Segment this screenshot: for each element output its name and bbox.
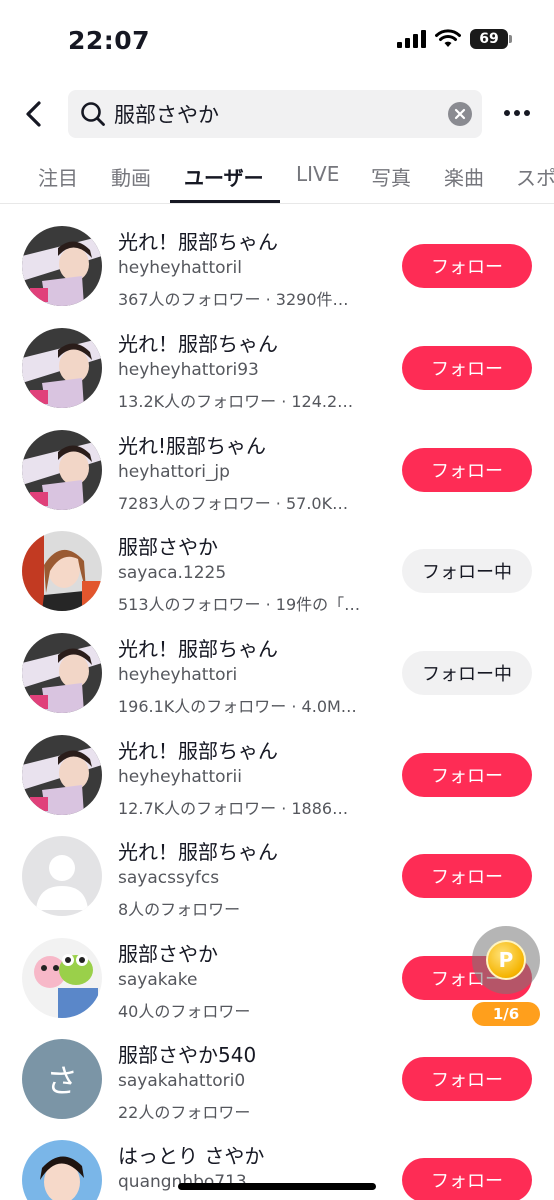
user-name: 光れ!服部ちゃん [118, 434, 267, 458]
list-item[interactable]: 光れ！服部ちゃん heyheyhattori93 13.2K人のフォロワー · … [0, 328, 554, 430]
user-id: heyheyhattori [118, 665, 238, 685]
avatar[interactable] [22, 735, 102, 815]
tab-live[interactable]: LIVE [296, 162, 339, 186]
follow-button[interactable]: フォロー [402, 448, 532, 492]
home-indicator [178, 1183, 376, 1190]
user-stats: 7283人のフォロワー · 57.0K… [118, 494, 349, 513]
list-item[interactable]: 光れ!服部ちゃん heyhattori_jp 7283人のフォロワー · 57.… [0, 430, 554, 532]
user-name: はっとり さやか [118, 1144, 265, 1168]
list-item[interactable]: さ 服部さやか540 sayakahattori0 22人のフォロワー フォロー [0, 1039, 554, 1141]
tab-sounds[interactable]: 楽曲 [444, 162, 484, 191]
back-button[interactable] [14, 92, 54, 136]
search-icon [80, 101, 106, 127]
user-stats: 40人のフォロワー [118, 1002, 251, 1021]
user-id: sayakake [118, 970, 198, 990]
back-arrow-icon [26, 101, 41, 127]
list-item[interactable]: はっとり さやか quangnhbo713 フォロー [0, 1140, 554, 1200]
clear-search-button[interactable] [448, 102, 472, 126]
search-box[interactable] [68, 90, 482, 138]
follow-button[interactable]: フォロー [402, 753, 532, 797]
follow-button[interactable]: フォロー [402, 854, 532, 898]
default-avatar-icon [22, 836, 102, 916]
user-stats: 196.1K人のフォロワー · 4.0M… [118, 697, 357, 716]
avatar[interactable] [22, 633, 102, 713]
status-indicators: 69 [397, 29, 512, 49]
avatar[interactable] [22, 1140, 102, 1200]
active-tab-indicator [170, 200, 280, 203]
list-item[interactable]: 光れ！服部ちゃん heyheyhattori 196.1K人のフォロワー · 4… [0, 633, 554, 735]
tab-videos[interactable]: 動画 [111, 162, 151, 191]
clear-icon [454, 108, 466, 120]
signal-icon [397, 30, 426, 48]
avatar[interactable] [22, 430, 102, 510]
user-name: 服部さやか540 [118, 1043, 257, 1067]
search-input[interactable] [114, 102, 434, 126]
user-id: sayacssyfcs [118, 868, 220, 888]
avatar[interactable] [22, 328, 102, 408]
user-stats: 12.7K人のフォロワー · 1886… [118, 799, 349, 818]
user-name: 光れ！服部ちゃん [118, 739, 278, 763]
search-header [0, 88, 554, 140]
avatar[interactable]: さ [22, 1039, 102, 1119]
coin-button[interactable]: P [472, 926, 540, 994]
avatar[interactable] [22, 531, 102, 611]
user-id: heyheyhattoril [118, 258, 242, 278]
user-name: 服部さやか [118, 535, 218, 559]
status-bar: 22:07 69 [0, 0, 554, 80]
coin-counter: 1/6 [472, 1002, 540, 1026]
tab-users[interactable]: ユーザー [184, 162, 264, 191]
follow-button[interactable]: フォロー [402, 1158, 532, 1200]
user-id: heyheyhattori93 [118, 360, 259, 380]
user-id: heyhattori_jp [118, 462, 230, 482]
user-stats: 22人のフォロワー [118, 1103, 251, 1122]
search-tabs: 注目 動画 ユーザー LIVE 写真 楽曲 スポ [0, 148, 554, 204]
coin-icon: P [486, 940, 526, 980]
avatar[interactable] [22, 836, 102, 916]
following-button[interactable]: フォロー中 [402, 549, 532, 593]
user-stats: 8人のフォロワー [118, 900, 241, 919]
follow-button[interactable]: フォロー [402, 1057, 532, 1101]
more-icon[interactable] [504, 110, 530, 116]
avatar-letter: さ [45, 1062, 78, 1100]
wifi-icon [435, 29, 461, 47]
follow-button[interactable]: フォロー [402, 244, 532, 288]
list-item[interactable]: 服部さやか sayaca.1225 513人のフォロワー · 19件の「… フォ… [0, 531, 554, 633]
list-item[interactable]: 服部さやか sayakake 40人のフォロワー フォロー [0, 938, 554, 1040]
user-stats: 513人のフォロワー · 19件の「… [118, 595, 361, 614]
status-time: 22:07 [68, 26, 151, 55]
list-item[interactable]: 光れ！服部ちゃん sayacssyfcs 8人のフォロワー フォロー [0, 836, 554, 938]
user-name: 光れ！服部ちゃん [118, 230, 278, 254]
user-name: 光れ！服部ちゃん [118, 840, 278, 864]
battery-icon: 69 [470, 29, 512, 49]
avatar[interactable] [22, 226, 102, 306]
user-id: sayaca.1225 [118, 563, 227, 583]
user-name: 服部さやか [118, 942, 218, 966]
user-name: 光れ！服部ちゃん [118, 332, 278, 356]
user-id: sayakahattori0 [118, 1071, 246, 1091]
user-id: heyheyhattorii [118, 767, 242, 787]
coin-widget[interactable]: P 1/6 [472, 926, 542, 1026]
avatar[interactable] [22, 938, 102, 1018]
follow-button[interactable]: フォロー [402, 346, 532, 390]
user-stats: 13.2K人のフォロワー · 124.2… [118, 392, 354, 411]
tab-top[interactable]: 注目 [38, 162, 78, 191]
following-button[interactable]: フォロー中 [402, 651, 532, 695]
tab-sports[interactable]: スポ [516, 162, 554, 191]
list-item[interactable]: 光れ！服部ちゃん heyheyhattoril 367人のフォロワー · 329… [0, 226, 554, 328]
user-name: 光れ！服部ちゃん [118, 637, 278, 661]
user-stats: 367人のフォロワー · 3290件… [118, 290, 349, 309]
tab-photos[interactable]: 写真 [371, 162, 411, 191]
list-item[interactable]: 光れ！服部ちゃん heyheyhattorii 12.7K人のフォロワー · 1… [0, 735, 554, 837]
